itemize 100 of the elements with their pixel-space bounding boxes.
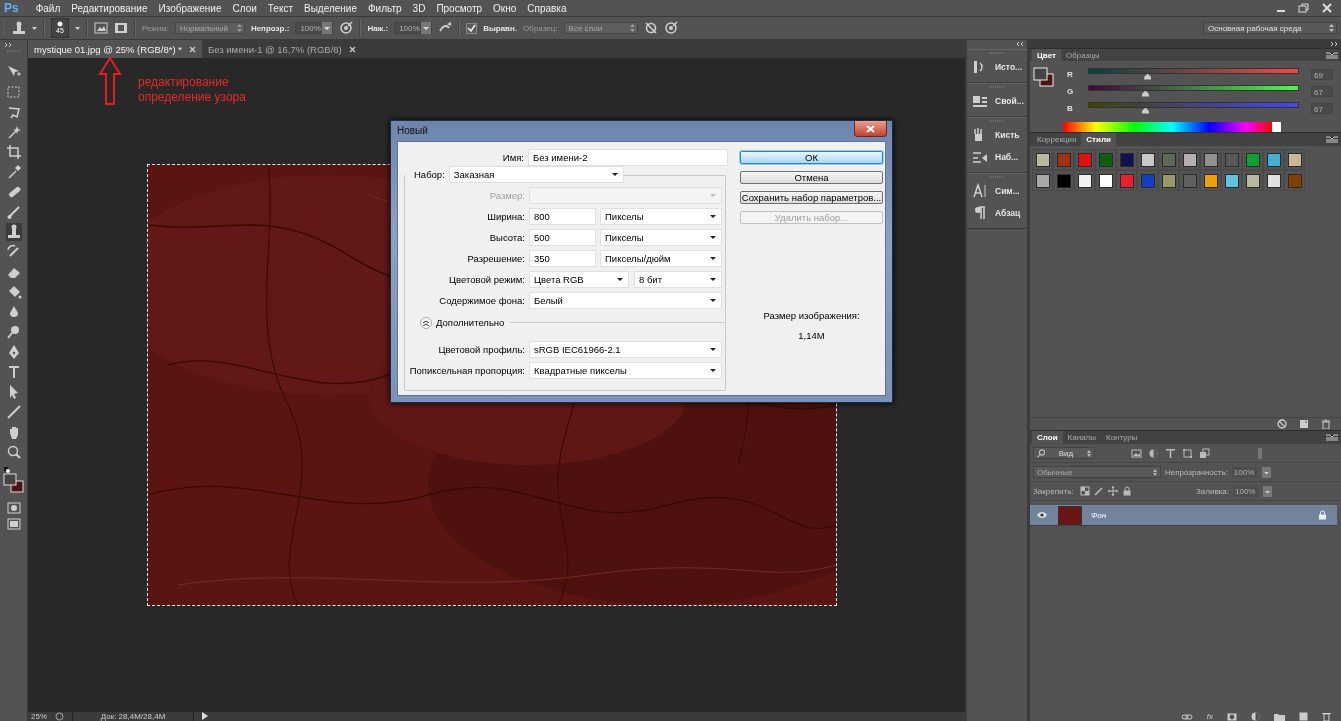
zoom-icon[interactable] [5, 443, 22, 461]
pressure-opacity-icon[interactable] [339, 21, 354, 35]
channel-value-field[interactable]: 67 [1311, 102, 1333, 114]
style-swatch[interactable] [1140, 173, 1155, 188]
color-swatches-icon[interactable] [1033, 67, 1055, 87]
adjustment-icon[interactable] [1251, 712, 1260, 721]
folder-icon[interactable] [1274, 712, 1285, 721]
style-swatch[interactable] [1182, 173, 1197, 188]
style-swatch[interactable] [1098, 152, 1113, 167]
layer-row[interactable]: Фон [1030, 505, 1337, 526]
panel-button[interactable]: Сим... [967, 180, 1027, 202]
panel-button[interactable]: Свой... [967, 90, 1027, 112]
unit-dropdown[interactable]: Пикселы [600, 229, 722, 246]
dropdown-icon[interactable] [1261, 466, 1271, 478]
opacity-field[interactable]: 100% [1231, 466, 1258, 478]
quick-mask-icon[interactable] [6, 501, 21, 515]
style-swatch[interactable] [1287, 152, 1302, 167]
type-filter-icon[interactable] [1165, 447, 1176, 459]
document-tab[interactable]: mystique 01.jpg @ 25% (RGB/8*) * [28, 40, 202, 58]
close-icon[interactable] [189, 45, 196, 53]
panel-tab[interactable]: Слои [1032, 431, 1063, 444]
style-swatch[interactable] [1056, 152, 1071, 167]
collapse-icon[interactable] [1329, 41, 1339, 47]
style-swatch[interactable] [1224, 152, 1239, 167]
style-swatch[interactable] [1245, 152, 1260, 167]
new-layer-icon[interactable] [1299, 712, 1308, 721]
panel-button[interactable]: Абзац [967, 202, 1027, 224]
layer-name[interactable]: Фон [1091, 510, 1107, 520]
style-swatch[interactable] [1098, 173, 1113, 188]
style-swatch[interactable] [1119, 152, 1134, 167]
number-field[interactable]: 350 [529, 250, 596, 267]
mask-icon[interactable] [1227, 712, 1237, 721]
dropdown[interactable]: sRGB IEC61966-2.1 [529, 341, 722, 358]
panel-tab[interactable]: Стили [1081, 133, 1116, 146]
dropdown[interactable]: Квадратные пикселы [529, 362, 722, 379]
slider-thumb[interactable] [1144, 73, 1152, 80]
style-swatch[interactable] [1182, 152, 1197, 167]
style-swatch[interactable] [1161, 152, 1176, 167]
panel-button[interactable]: Наб... [967, 146, 1027, 168]
aligned-checkbox[interactable] [466, 22, 478, 34]
panel-menu-icon[interactable] [1326, 51, 1338, 59]
unit-dropdown[interactable]: Пикселы [600, 208, 722, 225]
slider-thumb[interactable] [1141, 90, 1149, 97]
expand-icon[interactable] [4, 42, 14, 48]
menu-item[interactable]: Слои [227, 2, 262, 14]
panel-button[interactable]: Кисть [967, 124, 1027, 146]
lock-paint-icon[interactable] [1093, 486, 1104, 496]
dialog-button[interactable]: Сохранить набор параметров... [740, 191, 883, 204]
style-swatch[interactable] [1119, 173, 1134, 188]
style-swatch[interactable] [1161, 173, 1176, 188]
style-swatch[interactable] [1077, 152, 1092, 167]
lock-pixels-icon[interactable] [1079, 486, 1090, 496]
close-icon[interactable] [348, 45, 356, 53]
trash-icon[interactable] [1322, 712, 1331, 721]
menu-item[interactable]: Справка [522, 2, 572, 14]
style-swatch[interactable] [1035, 173, 1050, 188]
caret-icon[interactable] [75, 26, 80, 30]
pattern-stamp-icon[interactable] [114, 21, 128, 35]
adjustment-filter-icon[interactable] [1148, 447, 1159, 459]
menu-item[interactable]: Выделение [299, 2, 362, 14]
workspace-select[interactable]: Основная рабочая среда [1203, 22, 1337, 34]
panel-menu-icon[interactable] [1326, 136, 1338, 143]
image-filter-icon[interactable] [1131, 447, 1142, 459]
line-tool-icon[interactable] [5, 403, 22, 421]
panel-tab[interactable]: Цвет [1032, 49, 1061, 61]
clear-style-icon[interactable] [1277, 419, 1287, 429]
menu-item[interactable]: 3D [407, 2, 431, 14]
crop-tool-icon[interactable] [5, 143, 22, 161]
name-field[interactable]: Без имени-2 [528, 149, 728, 166]
filter-toggle[interactable] [1258, 447, 1262, 459]
lock-icon[interactable] [1318, 510, 1327, 520]
style-swatch[interactable] [1035, 152, 1050, 167]
panel-tab[interactable]: Образцы [1060, 49, 1105, 61]
style-swatch[interactable] [1203, 152, 1218, 167]
pressure-size-icon[interactable] [663, 21, 678, 35]
slider-thumb[interactable] [1141, 107, 1149, 114]
brush-tool-icon[interactable] [5, 203, 22, 221]
filter-select[interactable]: Вид [1033, 447, 1095, 459]
stamp-icon[interactable] [12, 21, 26, 35]
play-icon[interactable] [202, 712, 208, 720]
flow-field[interactable]: 100% [394, 22, 433, 34]
stamp-tool-icon[interactable] [5, 223, 22, 241]
preset-select[interactable]: Заказная [448, 166, 624, 183]
panel-tab[interactable]: Каналы [1062, 431, 1101, 444]
panel-menu-icon[interactable] [1326, 434, 1338, 441]
shape-filter-icon[interactable] [1182, 447, 1193, 459]
default-colors-icon[interactable] [4, 467, 10, 473]
clone-source-icon[interactable] [94, 21, 108, 35]
menu-item[interactable]: Редактирование [66, 2, 153, 14]
dialog-button[interactable]: Отмена [740, 171, 883, 184]
style-swatch[interactable] [1245, 173, 1260, 188]
color-spectrum[interactable] [1063, 122, 1281, 132]
style-swatch[interactable] [1077, 173, 1092, 188]
marquee-tool-icon[interactable] [5, 83, 22, 101]
style-swatch[interactable] [1224, 173, 1239, 188]
style-swatch[interactable] [1140, 152, 1155, 167]
style-swatch[interactable] [1203, 173, 1218, 188]
menu-item[interactable]: Текст [262, 2, 298, 14]
number-field[interactable]: 800 [529, 208, 596, 225]
style-swatch[interactable] [1266, 173, 1281, 188]
